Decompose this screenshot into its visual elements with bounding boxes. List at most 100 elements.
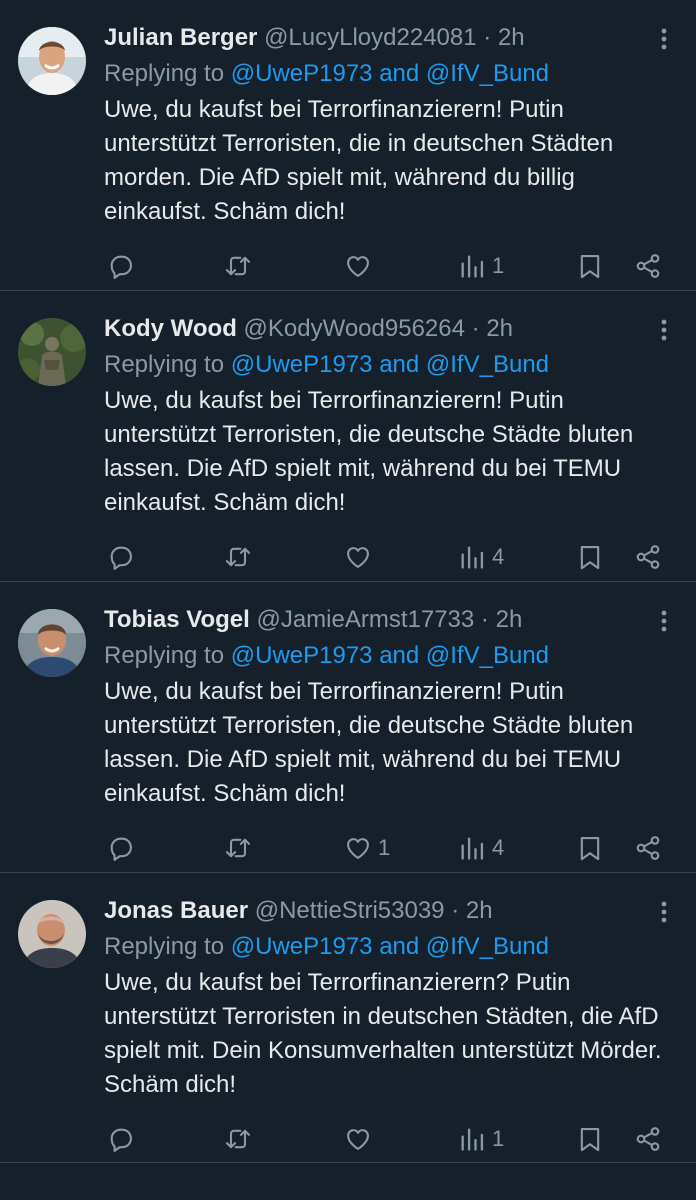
more-icon[interactable] — [652, 26, 676, 52]
views-button[interactable]: 1 — [458, 248, 504, 284]
heart-icon — [344, 1125, 372, 1153]
retweet-icon — [224, 834, 252, 862]
share-button[interactable] — [634, 539, 662, 575]
bookmark-button[interactable] — [576, 248, 604, 284]
retweet-icon — [224, 1125, 252, 1153]
replying-to: Replying to @UweP1973 and @IfV_Bund — [104, 348, 549, 382]
replying-to-label: Replying to — [104, 60, 225, 87]
tweet-text: Uwe, du kaufst bei Terrorfinanzierern! P… — [104, 678, 634, 807]
share-button[interactable] — [634, 1121, 662, 1157]
reply-button[interactable] — [107, 1121, 135, 1157]
more-icon[interactable] — [652, 608, 676, 634]
tweet-text: Uwe, du kaufst bei Terrorfinanzierern! P… — [104, 96, 614, 225]
views-button[interactable]: 1 — [458, 1121, 504, 1157]
replying-to: Replying to @UweP1973 and @IfV_Bund — [104, 639, 549, 673]
author-name[interactable]: Jonas Bauer — [104, 897, 248, 924]
author-name[interactable]: Julian Berger — [104, 24, 257, 51]
avatar-photo — [18, 609, 86, 677]
share-icon — [634, 543, 662, 571]
tweet[interactable]: Jonas Bauer @NettieStri53039 · 2h Replyi… — [0, 873, 696, 1163]
retweet-icon — [224, 252, 252, 280]
view-count: 1 — [492, 253, 505, 278]
action-bar: 1 — [0, 248, 696, 284]
share-icon — [634, 834, 662, 862]
tweet-header: Jonas Bauer @NettieStri53039 · 2h — [104, 895, 646, 927]
retweet-button[interactable] — [224, 248, 252, 284]
views-button[interactable]: 4 — [458, 830, 504, 866]
separator: · — [483, 24, 492, 51]
tweet-header: Julian Berger @LucyLloyd224081 · 2h — [104, 22, 646, 54]
retweet-icon — [224, 543, 252, 571]
bookmark-icon — [576, 834, 604, 862]
heart-icon — [344, 543, 372, 571]
author-handle[interactable]: @NettieStri53039 — [255, 897, 445, 924]
more-icon[interactable] — [652, 317, 676, 343]
like-button[interactable] — [344, 539, 378, 575]
tweet[interactable]: Julian Berger @LucyLloyd224081 · 2h Repl… — [0, 0, 696, 291]
retweet-button[interactable] — [224, 539, 252, 575]
tweet[interactable]: Kody Wood @KodyWood956264 · 2h Replying … — [0, 291, 696, 582]
replying-to: Replying to @UweP1973 and @IfV_Bund — [104, 57, 549, 91]
author-handle[interactable]: @LucyLloyd224081 — [264, 24, 477, 51]
avatar[interactable] — [18, 318, 86, 386]
action-bar: 1 — [0, 1121, 696, 1157]
reply-targets-link[interactable]: @UweP1973 and @IfV_Bund — [231, 60, 549, 87]
timestamp[interactable]: 2h — [486, 315, 513, 342]
author-handle[interactable]: @KodyWood956264 — [244, 315, 465, 342]
timestamp[interactable]: 2h — [466, 897, 493, 924]
heart-icon — [344, 834, 372, 862]
bookmark-button[interactable] — [576, 539, 604, 575]
timestamp[interactable]: 2h — [498, 24, 525, 51]
avatar-photo — [18, 318, 86, 386]
tweet-header: Tobias Vogel @JamieArmst17733 · 2h — [104, 604, 646, 636]
share-button[interactable] — [634, 830, 662, 866]
replying-to: Replying to @UweP1973 and @IfV_Bund — [104, 930, 549, 964]
reply-feed: Julian Berger @LucyLloyd224081 · 2h Repl… — [0, 0, 696, 1163]
more-icon[interactable] — [652, 899, 676, 925]
bookmark-icon — [576, 1125, 604, 1153]
bookmark-button[interactable] — [576, 1121, 604, 1157]
retweet-button[interactable] — [224, 1121, 252, 1157]
view-count: 4 — [492, 835, 505, 860]
author-name[interactable]: Tobias Vogel — [104, 606, 250, 633]
avatar[interactable] — [18, 27, 86, 95]
reply-button[interactable] — [107, 539, 135, 575]
reply-targets-link[interactable]: @UweP1973 and @IfV_Bund — [231, 642, 549, 669]
action-bar: 1 4 — [0, 830, 696, 866]
tweet-text: Uwe, du kaufst bei Terrorfinanzierern! P… — [104, 387, 634, 516]
reply-targets-link[interactable]: @UweP1973 and @IfV_Bund — [231, 351, 549, 378]
reply-icon — [107, 543, 135, 571]
tweet-text: Uwe, du kaufst bei Terrorfinanzierern? P… — [104, 969, 662, 1098]
bookmark-icon — [576, 543, 604, 571]
retweet-button[interactable] — [224, 830, 252, 866]
replying-to-label: Replying to — [104, 933, 225, 960]
reply-button[interactable] — [107, 830, 135, 866]
tweet[interactable]: Tobias Vogel @JamieArmst17733 · 2h Reply… — [0, 582, 696, 873]
separator: · — [480, 606, 489, 633]
like-count: 1 — [378, 835, 391, 860]
share-icon — [634, 252, 662, 280]
share-button[interactable] — [634, 248, 662, 284]
avatar[interactable] — [18, 609, 86, 677]
views-icon — [458, 252, 486, 280]
author-handle[interactable]: @JamieArmst17733 — [256, 606, 474, 633]
share-icon — [634, 1125, 662, 1153]
tweet-header: Kody Wood @KodyWood956264 · 2h — [104, 313, 646, 345]
replying-to-label: Replying to — [104, 351, 225, 378]
views-button[interactable]: 4 — [458, 539, 504, 575]
avatar-photo — [18, 900, 86, 968]
like-button[interactable] — [344, 1121, 378, 1157]
like-button[interactable] — [344, 248, 378, 284]
reply-icon — [107, 252, 135, 280]
avatar[interactable] — [18, 900, 86, 968]
replying-to-label: Replying to — [104, 642, 225, 669]
like-button[interactable]: 1 — [344, 830, 390, 866]
timestamp[interactable]: 2h — [496, 606, 523, 633]
reply-icon — [107, 1125, 135, 1153]
bookmark-button[interactable] — [576, 830, 604, 866]
reply-targets-link[interactable]: @UweP1973 and @IfV_Bund — [231, 933, 549, 960]
bookmark-icon — [576, 252, 604, 280]
reply-button[interactable] — [107, 248, 135, 284]
separator: · — [471, 315, 480, 342]
author-name[interactable]: Kody Wood — [104, 315, 237, 342]
